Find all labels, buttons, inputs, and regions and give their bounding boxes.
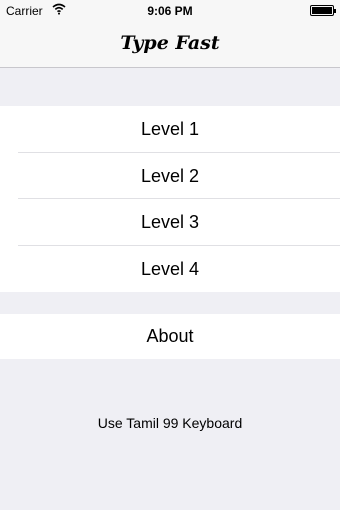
nav-title: Type Fast <box>120 32 220 54</box>
levels-list: Level 1 Level 2 Level 3 Level 4 <box>0 106 340 292</box>
navigation-bar: Type Fast <box>0 22 340 68</box>
level-1-row[interactable]: Level 1 <box>0 106 340 153</box>
status-time: 9:06 PM <box>147 4 193 18</box>
battery-icon <box>310 5 336 16</box>
about-row[interactable]: About <box>0 314 340 359</box>
level-4-row[interactable]: Level 4 <box>0 246 340 293</box>
level-2-row[interactable]: Level 2 <box>0 153 340 200</box>
about-section: About <box>0 314 340 359</box>
keyboard-note: Use Tamil 99 Keyboard <box>97 415 243 431</box>
level-3-row[interactable]: Level 3 <box>0 199 340 246</box>
status-bar: Carrier 9:06 PM <box>0 0 340 22</box>
